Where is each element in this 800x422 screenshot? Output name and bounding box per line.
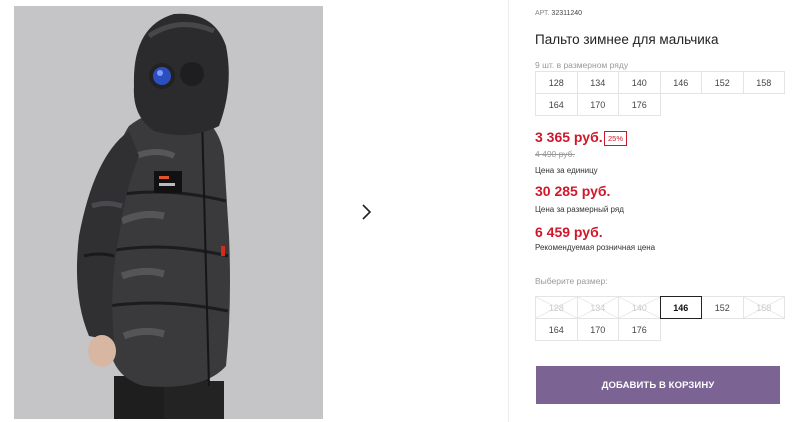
size-option[interactable]: 176 — [618, 318, 661, 341]
size-range-grid: 128 134 140 146 152 158 164 170 176 — [535, 71, 785, 116]
range-size-cell: 146 — [659, 71, 702, 94]
article-number: АРТ. 32311240 — [535, 10, 582, 17]
range-note: 9 шт. в размерном ряду — [535, 60, 629, 70]
size-option: 158 — [742, 296, 785, 319]
size-option-selected[interactable]: 146 — [659, 296, 702, 319]
unit-price-label: Цена за единицу — [535, 166, 598, 175]
product-photo — [14, 6, 323, 419]
range-size-cell: 164 — [535, 93, 578, 116]
unit-price: 3 365 руб. — [535, 129, 603, 145]
product-title: Пальто зимнее для мальчика — [535, 32, 719, 47]
gallery-next-button[interactable] — [346, 192, 386, 232]
add-to-cart-button[interactable]: ДОБАВИТЬ В КОРЗИНУ — [536, 366, 780, 404]
choose-size-label: Выберите размер: — [535, 276, 608, 286]
size-option[interactable]: 170 — [576, 318, 619, 341]
product-gallery — [0, 0, 508, 422]
range-size-cell: 170 — [576, 93, 619, 116]
divider — [508, 0, 509, 422]
range-size-cell: 158 — [742, 71, 785, 94]
range-size-cell: 176 — [618, 93, 661, 116]
article-label: АРТ. — [535, 10, 550, 17]
size-option: 134 — [576, 296, 619, 319]
range-size-cell: 128 — [535, 71, 578, 94]
size-option: 128 — [535, 296, 578, 319]
range-size-cell: 152 — [701, 71, 744, 94]
retail-price-label: Рекомендуемая розничная цена — [535, 243, 656, 252]
size-selector: 128 134 140 146 152 158 164 170 176 — [535, 296, 785, 341]
range-size-cell: 134 — [576, 71, 619, 94]
range-price-label: Цена за размерный ряд — [535, 205, 624, 214]
retail-price: 6 459 руб. — [535, 224, 603, 240]
old-price: 4 490 руб. — [535, 149, 575, 159]
product-page: АРТ. 32311240 Пальто зимнее для мальчика… — [0, 0, 800, 422]
range-price: 30 285 руб. — [535, 183, 611, 199]
article-value: 32311240 — [551, 10, 583, 17]
size-option[interactable]: 164 — [535, 318, 578, 341]
discount-badge: 25% — [604, 131, 628, 146]
size-option: 140 — [618, 296, 661, 319]
size-option[interactable]: 152 — [701, 296, 744, 319]
chevron-right-icon — [362, 204, 372, 220]
range-size-cell: 140 — [618, 71, 661, 94]
